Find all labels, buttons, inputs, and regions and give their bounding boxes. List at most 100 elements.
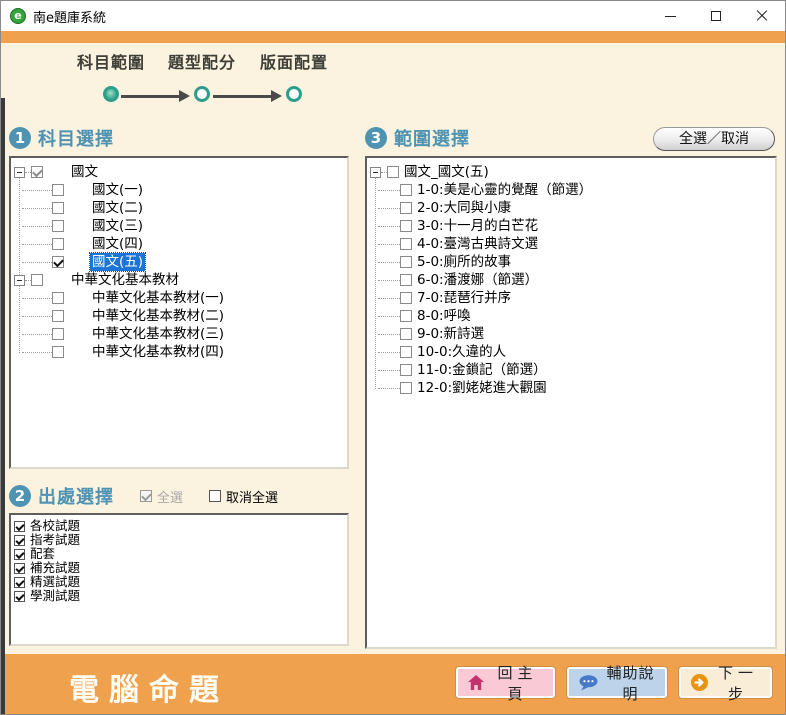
checkbox[interactable] bbox=[400, 238, 412, 250]
checkbox[interactable] bbox=[400, 382, 412, 394]
tree-item[interactable]: 中華文化基本教材(一) bbox=[22, 289, 345, 307]
checkbox[interactable] bbox=[52, 346, 64, 358]
checkbox[interactable] bbox=[387, 166, 399, 178]
tree-item[interactable]: 11-0:金鎖記（節選） bbox=[378, 361, 773, 379]
checkbox[interactable] bbox=[400, 256, 412, 268]
collapse-expander-icon[interactable] bbox=[14, 275, 25, 286]
tree-item[interactable]: 9-0:新詩選 bbox=[378, 325, 773, 343]
tree-item[interactable]: 12-0:劉姥姥進大觀園 bbox=[378, 379, 773, 397]
tree-item[interactable]: 8-0:呼喚 bbox=[378, 307, 773, 325]
next-step-button[interactable]: 下一步 bbox=[679, 667, 772, 698]
source-list-item[interactable]: 精選試題 bbox=[14, 575, 345, 589]
select-all-checkbox[interactable] bbox=[140, 490, 152, 502]
checkbox[interactable] bbox=[14, 563, 25, 574]
tree-item-label[interactable]: 國文_國文(五) bbox=[402, 163, 491, 181]
tree-item-label[interactable]: 國文 bbox=[69, 163, 100, 181]
tree-item-label[interactable]: 4-0:臺灣古典詩文選 bbox=[415, 235, 540, 253]
help-button[interactable]: 輔助說明 bbox=[567, 667, 667, 698]
checkbox[interactable] bbox=[400, 346, 412, 358]
source-item-label[interactable]: 配套 bbox=[30, 547, 55, 561]
tree-item-label[interactable]: 10-0:久違的人 bbox=[415, 343, 508, 361]
checkbox[interactable] bbox=[52, 202, 64, 214]
checkbox[interactable] bbox=[31, 274, 43, 286]
checkbox[interactable] bbox=[400, 184, 412, 196]
source-item-label[interactable]: 學測試題 bbox=[30, 589, 80, 603]
maximize-button[interactable] bbox=[693, 1, 739, 31]
tree-item-label[interactable]: 中華文化基本教材(三) bbox=[90, 325, 226, 343]
tree-item[interactable]: 國文(二) bbox=[22, 199, 345, 217]
home-button[interactable]: 回主頁 bbox=[456, 667, 555, 698]
tree-item-label[interactable]: 中華文化基本教材 bbox=[69, 271, 181, 289]
tree-item[interactable]: 4-0:臺灣古典詩文選 bbox=[378, 235, 773, 253]
tree-item-label[interactable]: 7-0:琵琶行并序 bbox=[415, 289, 513, 307]
checkbox[interactable] bbox=[400, 310, 412, 322]
tree-item-label[interactable]: 9-0:新詩選 bbox=[415, 325, 486, 343]
checkbox[interactable] bbox=[31, 166, 43, 178]
checkbox[interactable] bbox=[14, 577, 25, 588]
source-item-label[interactable]: 指考試題 bbox=[30, 533, 80, 547]
tree-item-label[interactable]: 中華文化基本教材(二) bbox=[90, 307, 226, 325]
source-list-item[interactable]: 學測試題 bbox=[14, 589, 345, 603]
tree-item[interactable]: 1-0:美是心靈的覺醒（節選） bbox=[378, 181, 773, 199]
deselect-all-checkbox[interactable] bbox=[209, 490, 221, 502]
checkbox[interactable] bbox=[400, 220, 412, 232]
tree-item-label[interactable]: 3-0:十一月的白芒花 bbox=[415, 217, 540, 235]
tree-item-label[interactable]: 1-0:美是心靈的覺醒（節選） bbox=[415, 181, 594, 199]
source-list-item[interactable]: 補充試題 bbox=[14, 561, 345, 575]
checkbox[interactable] bbox=[14, 535, 25, 546]
checkbox[interactable] bbox=[52, 292, 64, 304]
tree-item[interactable]: 中華文化基本教材(四) bbox=[22, 343, 345, 361]
tree-item-label[interactable]: 11-0:金鎖記（節選） bbox=[415, 361, 549, 379]
select-all-toggle-button[interactable]: 全選／取消 bbox=[653, 127, 775, 151]
checkbox[interactable] bbox=[400, 328, 412, 340]
checkbox[interactable] bbox=[52, 256, 64, 268]
checkbox[interactable] bbox=[52, 220, 64, 232]
checkbox[interactable] bbox=[52, 184, 64, 196]
tree-item-label[interactable]: 2-0:大同與小康 bbox=[415, 199, 513, 217]
tree-item-label[interactable]: 12-0:劉姥姥進大觀園 bbox=[415, 379, 549, 397]
tree-item[interactable]: 7-0:琵琶行并序 bbox=[378, 289, 773, 307]
tree-item-label[interactable]: 國文(一) bbox=[90, 181, 145, 199]
tree-item-label[interactable]: 中華文化基本教材(一) bbox=[90, 289, 226, 307]
source-item-label[interactable]: 精選試題 bbox=[30, 575, 80, 589]
tree-item[interactable]: 10-0:久違的人 bbox=[378, 343, 773, 361]
tree-item[interactable]: 2-0:大同與小康 bbox=[378, 199, 773, 217]
tree-item[interactable]: 中華文化基本教材(三) bbox=[22, 325, 345, 343]
tree-item[interactable]: 6-0:潘渡娜（節選） bbox=[378, 271, 773, 289]
tree-item[interactable]: 國文(四) bbox=[22, 235, 345, 253]
checkbox[interactable] bbox=[14, 591, 25, 602]
checkbox[interactable] bbox=[14, 521, 25, 532]
tree-item-label[interactable]: 5-0:廁所的故事 bbox=[415, 253, 513, 271]
tree-item[interactable]: 國文 bbox=[14, 163, 345, 181]
source-item-label[interactable]: 各校試題 bbox=[30, 519, 80, 533]
tree-item-label[interactable]: 國文(二) bbox=[90, 199, 145, 217]
tree-item-label[interactable]: 國文(五) bbox=[90, 253, 145, 271]
checkbox[interactable] bbox=[52, 310, 64, 322]
tree-item[interactable]: 3-0:十一月的白芒花 bbox=[378, 217, 773, 235]
checkbox[interactable] bbox=[52, 238, 64, 250]
minimize-button[interactable] bbox=[647, 1, 693, 31]
tree-item-label[interactable]: 國文(三) bbox=[90, 217, 145, 235]
tree-item-label[interactable]: 中華文化基本教材(四) bbox=[90, 343, 226, 361]
source-list-item[interactable]: 各校試題 bbox=[14, 519, 345, 533]
tree-item[interactable]: 中華文化基本教材(二) bbox=[22, 307, 345, 325]
checkbox[interactable] bbox=[52, 328, 64, 340]
source-list-item[interactable]: 配套 bbox=[14, 547, 345, 561]
tree-item-label[interactable]: 6-0:潘渡娜（節選） bbox=[415, 271, 540, 289]
tree-item-label[interactable]: 8-0:呼喚 bbox=[415, 307, 473, 325]
checkbox[interactable] bbox=[400, 292, 412, 304]
checkbox[interactable] bbox=[400, 202, 412, 214]
collapse-expander-icon[interactable] bbox=[370, 167, 381, 178]
source-item-label[interactable]: 補充試題 bbox=[30, 561, 80, 575]
tree-item-label[interactable]: 國文(四) bbox=[90, 235, 145, 253]
tree-item[interactable]: 國文(五) bbox=[22, 253, 345, 271]
tree-item[interactable]: 國文_國文(五) bbox=[370, 163, 773, 181]
checkbox[interactable] bbox=[14, 549, 25, 560]
tree-item[interactable]: 國文(三) bbox=[22, 217, 345, 235]
source-list-item[interactable]: 指考試題 bbox=[14, 533, 345, 547]
checkbox[interactable] bbox=[400, 364, 412, 376]
tree-item[interactable]: 中華文化基本教材 bbox=[14, 271, 345, 289]
close-button[interactable] bbox=[739, 1, 785, 31]
tree-item[interactable]: 5-0:廁所的故事 bbox=[378, 253, 773, 271]
tree-item[interactable]: 國文(一) bbox=[22, 181, 345, 199]
